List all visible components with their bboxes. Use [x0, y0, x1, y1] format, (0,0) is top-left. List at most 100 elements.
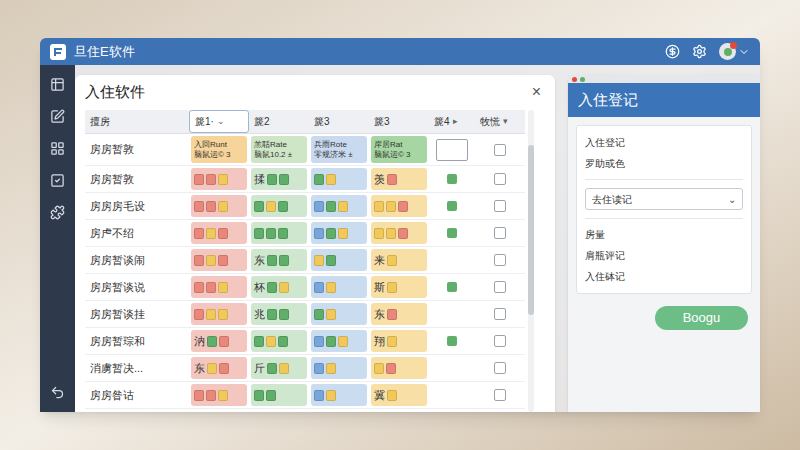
table-cell[interactable]	[249, 328, 309, 354]
table-cell[interactable]: 杯	[249, 274, 309, 300]
cell-block: 来	[371, 249, 427, 271]
table-cell[interactable]	[309, 247, 369, 273]
table-cell[interactable]: 兆	[249, 301, 309, 327]
table-cell[interactable]	[369, 220, 429, 246]
cell-block: 翔	[371, 330, 427, 352]
cell-block: 汭	[191, 330, 247, 352]
scrollbar[interactable]	[528, 110, 534, 412]
table-cell[interactable]: 斤	[249, 355, 309, 381]
row-checkbox[interactable]	[494, 362, 506, 374]
column-header[interactable]: 篪3	[369, 110, 429, 133]
form-item[interactable]: 入住登记	[585, 132, 743, 153]
table-cell[interactable]: 羡	[369, 166, 429, 192]
table-cell[interactable]: 汭	[189, 328, 249, 354]
table-cell[interactable]	[369, 355, 429, 381]
currency-icon[interactable]	[665, 44, 680, 59]
submit-button[interactable]: Boogu	[655, 306, 748, 330]
table-cell[interactable]	[309, 355, 369, 381]
table-row[interactable]: 房房暂敦入回Runt脑鼠运© 3羔聒Rate脑鼠10.2 ±兵雨Rote零规济米…	[85, 134, 525, 166]
table-cell[interactable]	[309, 274, 369, 300]
column-header[interactable]: 篪4▸	[429, 110, 475, 133]
table-cell[interactable]: 翔	[369, 328, 429, 354]
back-icon[interactable]	[50, 385, 65, 400]
row-checkbox[interactable]	[494, 254, 506, 266]
table-row[interactable]: 房房暂谈闹东来	[85, 247, 525, 274]
table-cell[interactable]	[189, 166, 249, 192]
column-header[interactable]: 牧慌▾	[475, 110, 525, 133]
table-row[interactable]: 房房暂谈说杯斯	[85, 274, 525, 301]
checklist-icon[interactable]	[50, 173, 65, 188]
scrollbar-thumb[interactable]	[528, 145, 534, 315]
table-row[interactable]: 房房暂琮和汭翔	[85, 328, 525, 355]
row-checkbox[interactable]	[494, 335, 506, 347]
table-icon[interactable]	[50, 77, 65, 92]
table-cell[interactable]: 东	[189, 355, 249, 381]
table-cell[interactable]	[189, 301, 249, 327]
table-row[interactable]: 房房暂敦揉羡	[85, 166, 525, 193]
table-cell[interactable]	[249, 382, 309, 408]
table-cell[interactable]	[189, 274, 249, 300]
table-cell[interactable]: 岸居Rat脑鼠运© 3	[369, 134, 429, 165]
table-row[interactable]: 房房暂谈挂兆东	[85, 301, 525, 328]
table-cell[interactable]	[309, 166, 369, 192]
table-cell[interactable]: 来	[369, 247, 429, 273]
table-cell[interactable]	[249, 220, 309, 246]
table-cell[interactable]: 东	[249, 247, 309, 273]
cell-block: 兵雨Rote零规济米 ±	[311, 136, 367, 163]
table-cell[interactable]	[249, 193, 309, 219]
table-cell[interactable]	[309, 193, 369, 219]
table-cell[interactable]: 羔聒Rate脑鼠10.2 ±	[249, 134, 309, 165]
cell-block	[311, 195, 367, 217]
mark-input[interactable]	[436, 139, 468, 161]
row-checkbox[interactable]	[494, 281, 506, 293]
table-row[interactable]: 房虍不绍	[85, 220, 525, 247]
row-name: 房房暂敦	[85, 134, 189, 165]
row-checkbox[interactable]	[494, 227, 506, 239]
table-cell[interactable]: 斯	[369, 274, 429, 300]
grid-icon[interactable]	[50, 141, 65, 156]
table-cell[interactable]	[309, 382, 369, 408]
table-cell[interactable]: 兵雨Rote零规济米 ±	[309, 134, 369, 165]
form-field[interactable]: 肩瓶评记	[585, 245, 743, 266]
table-cell[interactable]: 揉	[249, 166, 309, 192]
table-cell[interactable]	[309, 220, 369, 246]
row-checkbox[interactable]	[494, 389, 506, 401]
table-row[interactable]: 消虜暂决...东斤	[85, 355, 525, 382]
gear-icon[interactable]	[692, 44, 707, 59]
column-header[interactable]: 篪3	[309, 110, 369, 133]
cell-square	[374, 228, 384, 239]
cell-square	[326, 363, 336, 374]
table-cell[interactable]: 入回Runt脑鼠运© 3	[189, 134, 249, 165]
puzzle-icon[interactable]	[50, 205, 65, 220]
table-cell[interactable]	[309, 328, 369, 354]
form-field[interactable]: 入住砵记	[585, 266, 743, 287]
row-checkbox[interactable]	[494, 144, 506, 156]
table-cell[interactable]	[189, 193, 249, 219]
table-cell[interactable]	[189, 220, 249, 246]
form-item[interactable]: 罗助或色	[585, 153, 743, 174]
form-field[interactable]: 房量	[585, 224, 743, 245]
cell-glyph: 斤	[254, 363, 265, 374]
cell-square	[206, 174, 216, 185]
cell-glyph: 斯	[374, 282, 385, 293]
table-row[interactable]: 房房昝诂冀	[85, 382, 525, 409]
table-cell[interactable]	[309, 301, 369, 327]
edit-icon[interactable]	[50, 109, 65, 124]
table-cell[interactable]	[189, 247, 249, 273]
row-checkbox[interactable]	[494, 308, 506, 320]
user-menu[interactable]	[719, 43, 750, 60]
table-row[interactable]: 房房房毛设	[85, 193, 525, 220]
table-cell[interactable]: 东	[369, 301, 429, 327]
column-header[interactable]: 擅房	[85, 110, 189, 133]
checkbox-cell	[475, 274, 525, 300]
cell-square	[206, 255, 216, 266]
table-cell[interactable]: 冀	[369, 382, 429, 408]
column-header[interactable]: 篪2	[249, 110, 309, 133]
row-checkbox[interactable]	[494, 173, 506, 185]
select-field[interactable]: 去住读记⌄	[585, 188, 743, 210]
row-checkbox[interactable]	[494, 200, 506, 212]
table-cell[interactable]	[369, 193, 429, 219]
table-cell[interactable]	[189, 382, 249, 408]
close-button[interactable]: ×	[528, 80, 545, 104]
column-header[interactable]: 篪1·⌄	[189, 110, 249, 133]
